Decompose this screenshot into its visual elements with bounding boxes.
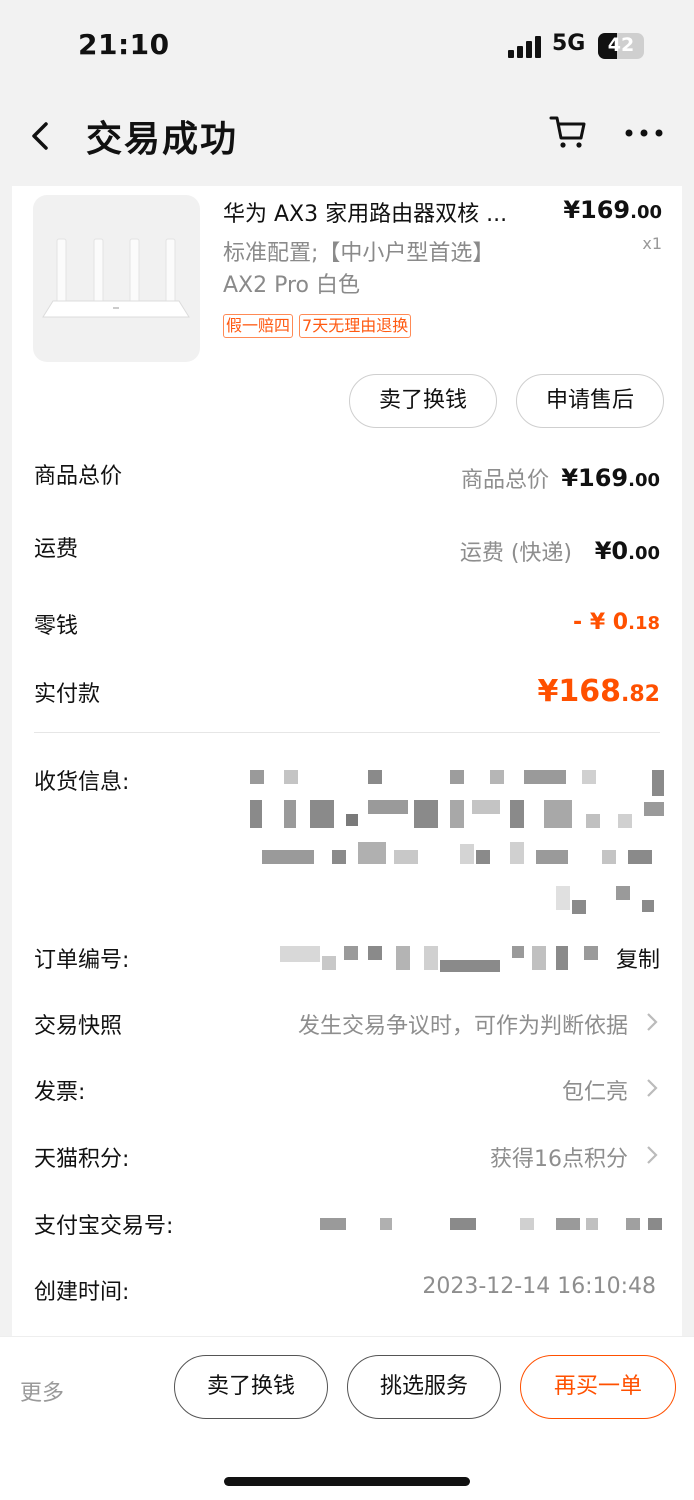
goods-total-sub: 商品总价	[460, 468, 549, 493]
battery-icon: 42	[598, 33, 644, 59]
goods-total-label: 商品总价	[34, 464, 123, 489]
order-number-label: 订单编号:	[34, 948, 130, 973]
shipping-sub: 运费 (快递)	[459, 541, 572, 566]
nav-bar: 交易成功	[0, 92, 694, 184]
copy-button[interactable]: 复制	[616, 942, 660, 974]
product-spec-line: 标准配置;【中小户型首选】	[223, 241, 495, 266]
chevron-right-icon[interactable]	[646, 1145, 658, 1165]
more-icon[interactable]	[624, 128, 664, 138]
sell-button[interactable]: 卖了换钱	[349, 374, 497, 428]
network-type: 5G	[552, 31, 586, 56]
signal-icon	[508, 34, 544, 58]
buy-again-button[interactable]: 再买一单	[520, 1355, 676, 1419]
points-label: 天猫积分:	[34, 1147, 130, 1172]
status-bar: 21:10 5G 42	[0, 0, 694, 92]
paid-value: ¥168.82	[537, 674, 660, 709]
select-service-button[interactable]: 挑选服务	[347, 1355, 501, 1419]
page-title: 交易成功	[86, 119, 239, 160]
battery-level: 42	[607, 34, 635, 56]
order-card: 华为 AX3 家用路由器双核 ... ¥169.00 x1 标准配置;【中小户型…	[12, 186, 682, 1336]
chevron-right-icon[interactable]	[646, 1012, 658, 1032]
shipping-label: 运费	[34, 537, 79, 562]
back-icon[interactable]	[26, 116, 56, 156]
snapshot-label: 交易快照	[34, 1014, 123, 1039]
invoice-label: 发票:	[34, 1080, 86, 1105]
change-value: - ¥ 0.18	[573, 610, 660, 635]
points-value[interactable]: 获得16点积分	[490, 1141, 628, 1173]
status-time: 21:10	[78, 28, 170, 61]
product-image[interactable]	[33, 195, 200, 362]
bottom-action-bar: 更多 卖了换钱 挑选服务 再买一单	[0, 1336, 694, 1500]
after-sale-button[interactable]: 申请售后	[516, 374, 664, 428]
home-indicator[interactable]	[224, 1477, 470, 1486]
router-icon	[42, 238, 190, 318]
paid-label: 实付款	[34, 682, 101, 707]
sell-button[interactable]: 卖了换钱	[174, 1355, 328, 1419]
divider	[34, 732, 660, 733]
product-price: ¥169.00	[563, 196, 662, 224]
shipping-value: ¥0.00	[594, 537, 660, 565]
change-label: 零钱	[34, 614, 79, 639]
chevron-right-icon[interactable]	[646, 1078, 658, 1098]
cart-icon[interactable]	[548, 112, 588, 152]
created-label: 创建时间:	[34, 1280, 130, 1305]
product-spec: 标准配置;【中小户型首选】 AX2 Pro 白色	[223, 238, 553, 302]
product-quantity: x1	[642, 234, 662, 253]
tag-fake-compensation: 假一赔四	[223, 314, 294, 338]
product-title[interactable]: 华为 AX3 家用路由器双核 ...	[223, 196, 507, 228]
product-tags: 假一赔四 7天无理由退换	[223, 314, 417, 338]
goods-total-value: ¥169.00	[561, 464, 660, 492]
invoice-value[interactable]: 包仁亮	[562, 1074, 628, 1106]
created-time: 2023-12-14 16:10:48	[422, 1274, 656, 1299]
address-label: 收货信息:	[34, 770, 130, 795]
more-link[interactable]: 更多	[20, 1375, 64, 1407]
alipay-label: 支付宝交易号:	[34, 1214, 174, 1239]
snapshot-value[interactable]: 发生交易争议时，可作为判断依据	[298, 1008, 628, 1040]
tag-7day-return: 7天无理由退换	[299, 314, 412, 338]
product-spec-line: AX2 Pro 白色	[223, 273, 361, 298]
